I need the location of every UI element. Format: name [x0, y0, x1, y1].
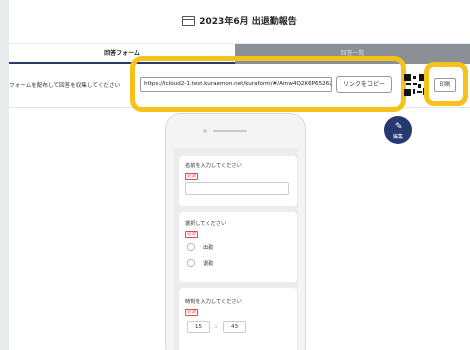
- edit-button-label: 編集: [392, 134, 403, 140]
- page: 2023年6月 出退勤報告 回答フォーム 回答一覧 フォームを配布して回答を収集…: [0, 0, 470, 350]
- minute-input[interactable]: 43: [223, 321, 246, 333]
- form-url-field[interactable]: https://lcloud2-1.test.kuraemon.net/kura…: [140, 77, 332, 92]
- name-input[interactable]: [185, 182, 289, 195]
- copy-link-button[interactable]: リンクをコピー: [336, 76, 392, 93]
- radio-label: 退勤: [203, 261, 214, 267]
- qr-code-icon: [404, 74, 426, 96]
- phone-speaker: [213, 130, 247, 132]
- time-separator: :: [215, 323, 218, 330]
- page-header: 2023年6月 出退勤報告: [9, 0, 470, 44]
- radio-option-1[interactable]: [187, 243, 195, 251]
- print-button[interactable]: 印刷: [434, 78, 456, 92]
- radio-label: 出勤: [203, 245, 214, 251]
- pencil-icon: ✎: [395, 122, 403, 132]
- page-title-text: 2023年6月 出退勤報告: [199, 17, 297, 27]
- share-instruction: フォームを配布して回答を収集してください: [9, 83, 121, 89]
- edit-button[interactable]: ✎ 編集: [384, 116, 412, 144]
- question-label: 時刻を入力してください: [185, 299, 242, 305]
- question-label: 名前を入力してください: [185, 163, 242, 169]
- calendar-icon: [182, 16, 196, 26]
- question-label: 選択してください: [185, 221, 227, 227]
- radio-option-2[interactable]: [187, 259, 195, 267]
- phone-preview: 名前を入力してください 必須 選択してください 必須 出勤 退勤 時刻を入力して…: [165, 113, 306, 350]
- required-badge: 必須: [185, 309, 198, 316]
- question-card-name: 名前を入力してください 必須: [179, 156, 297, 206]
- window-left-edge: [0, 0, 9, 350]
- hour-input[interactable]: 15: [187, 321, 210, 333]
- phone-screen: 名前を入力してください 必須 選択してください 必須 出勤 退勤 時刻を入力して…: [174, 148, 298, 350]
- question-card-select: 選択してください 必須 出勤 退勤: [179, 212, 297, 282]
- question-card-time: 時刻を入力してください 必須 15 : 43: [179, 288, 297, 350]
- required-badge: 必須: [185, 231, 198, 238]
- page-title: 2023年6月 出退勤報告: [9, 14, 470, 27]
- phone-camera: [203, 129, 207, 133]
- required-badge: 必須: [185, 173, 198, 180]
